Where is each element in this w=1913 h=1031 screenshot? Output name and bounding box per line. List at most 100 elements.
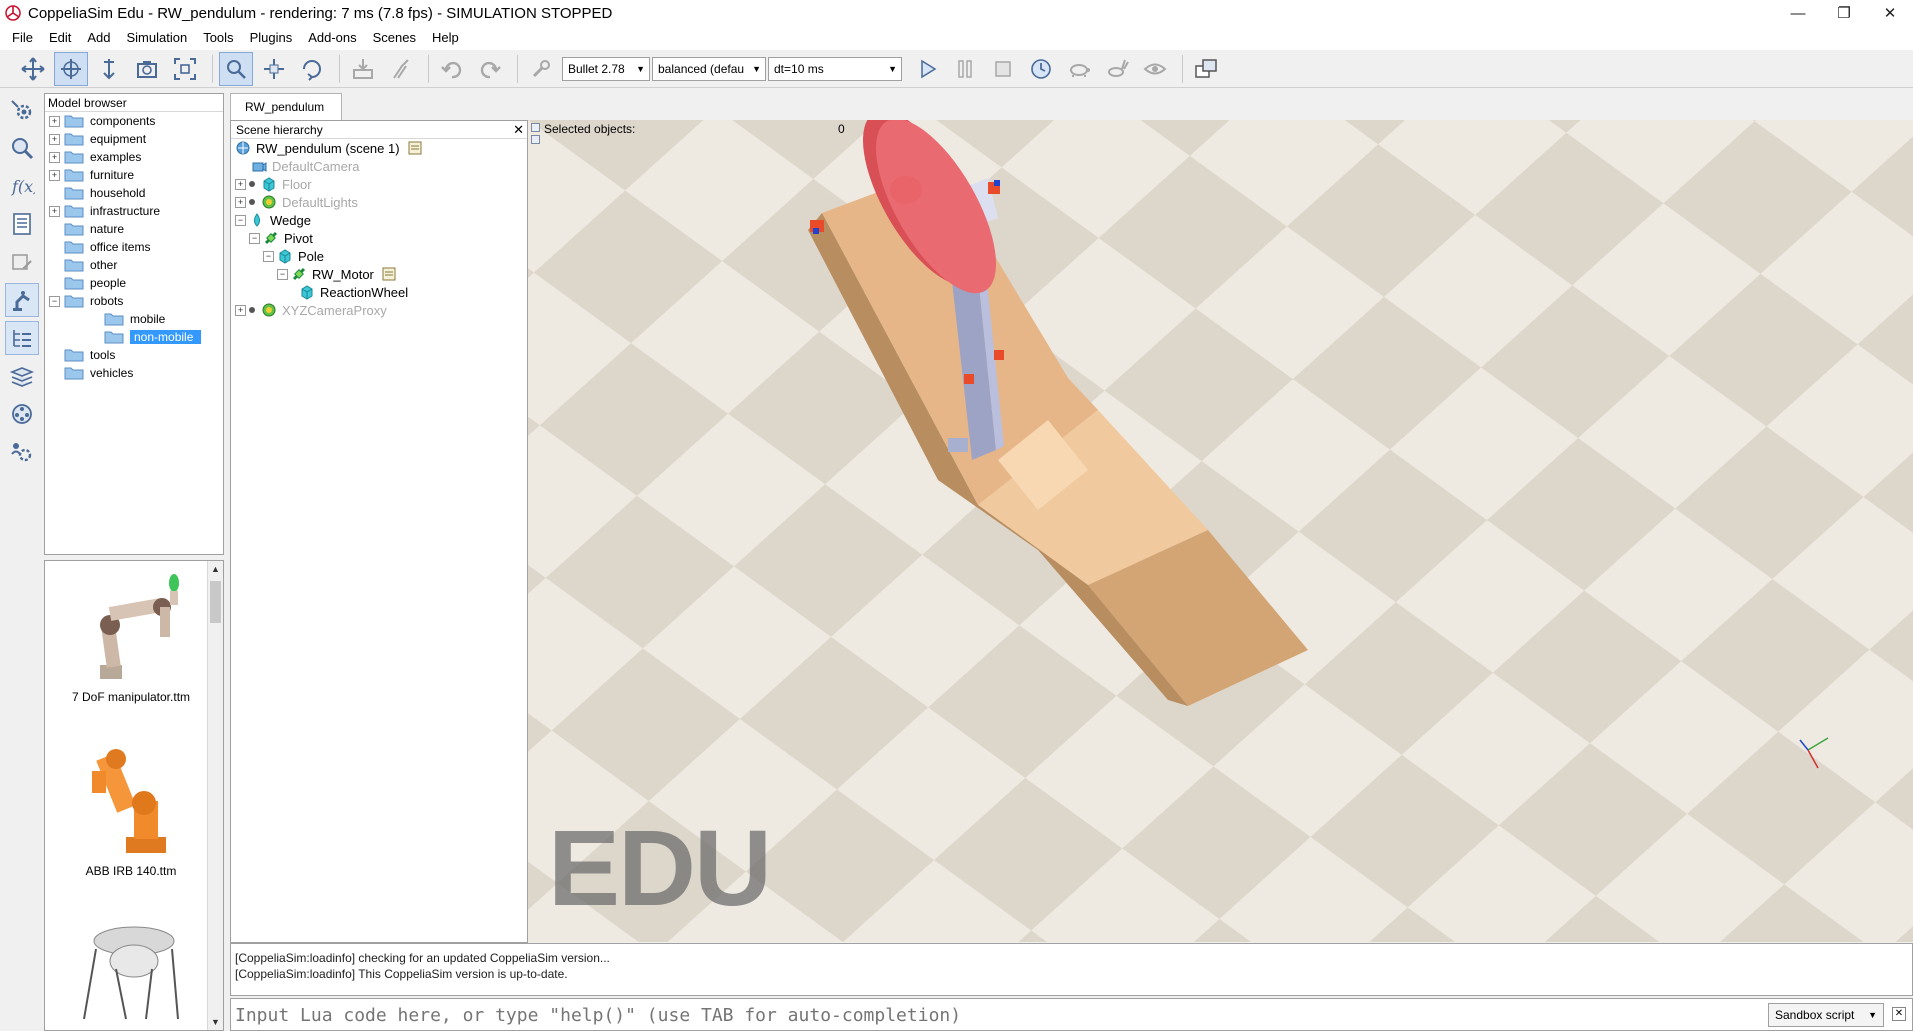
- simulation-settings-button[interactable]: [5, 93, 39, 127]
- slow-down-button[interactable]: [1062, 52, 1096, 86]
- transfer-dna-button[interactable]: [384, 52, 418, 86]
- hierarchy-item-rw-pendulum[interactable]: RW_pendulum (scene 1): [231, 139, 527, 157]
- expand-icon[interactable]: +: [235, 178, 246, 190]
- model-folder-equipment[interactable]: + equipment: [45, 130, 223, 148]
- collapse-icon[interactable]: −: [277, 268, 288, 280]
- menu-tools[interactable]: Tools: [195, 26, 241, 50]
- scrollbar-thumb[interactable]: [210, 581, 221, 623]
- hierarchy-item-pivot[interactable]: − Pivot: [231, 229, 527, 247]
- hierarchy-item-rw-motor[interactable]: − RW_Motor: [231, 265, 527, 283]
- expand-icon[interactable]: +: [49, 133, 60, 145]
- menu-scenes[interactable]: Scenes: [365, 26, 424, 50]
- expand-icon[interactable]: +: [49, 169, 60, 181]
- math-functions-button[interactable]: f(x): [5, 169, 39, 203]
- hierarchy-item-xyzcameraproxy[interactable]: + XYZCameraProxy: [231, 301, 527, 319]
- model-folder-people[interactable]: people: [45, 274, 223, 292]
- model-thumbnail[interactable]: ABB IRB 140.ttm: [51, 741, 211, 878]
- menu-add[interactable]: Add: [79, 26, 118, 50]
- hierarchy-item-wedge[interactable]: − Wedge: [231, 211, 527, 229]
- scroll-up-icon[interactable]: ▲: [208, 561, 223, 577]
- model-folder-robots[interactable]: − robots: [45, 292, 223, 310]
- physics-engine-select[interactable]: Bullet 2.78 ▼: [562, 56, 650, 81]
- video-recorder-button[interactable]: [5, 397, 39, 431]
- calculation-modules-button[interactable]: [5, 131, 39, 165]
- hierarchy-item-reactionwheel[interactable]: ReactionWheel: [231, 283, 527, 301]
- hierarchy-item-floor[interactable]: + Floor: [231, 175, 527, 193]
- camera-shift-button[interactable]: [92, 52, 126, 86]
- script-icon[interactable]: [382, 267, 396, 281]
- model-folder-household[interactable]: household: [45, 184, 223, 202]
- model-folder-components[interactable]: + components: [45, 112, 223, 130]
- hierarchy-item-defaultcamera[interactable]: DefaultCamera: [231, 157, 527, 175]
- model-folder-office-items[interactable]: office items: [45, 238, 223, 256]
- menu-simulation[interactable]: Simulation: [119, 26, 196, 50]
- collapse-icon[interactable]: −: [235, 214, 246, 226]
- close-icon[interactable]: ✕: [1892, 1007, 1906, 1021]
- start-simulation-button[interactable]: [910, 52, 944, 86]
- model-folder-nature[interactable]: nature: [45, 220, 223, 238]
- click-select-button[interactable]: [219, 51, 253, 86]
- engine-accuracy-select[interactable]: balanced (defau ▼: [652, 56, 766, 81]
- model-folder-infrastructure[interactable]: + infrastructure: [45, 202, 223, 220]
- fit-to-view-button[interactable]: [168, 52, 202, 86]
- scene-viewport[interactable]: Selected objects: 0 EDU: [528, 120, 1913, 942]
- speed-up-button[interactable]: [1100, 52, 1134, 86]
- model-folder-mobile[interactable]: mobile: [45, 310, 223, 328]
- script-type-select[interactable]: Sandbox script ▼: [1768, 1003, 1884, 1027]
- undo-button[interactable]: [435, 52, 469, 86]
- model-thumbnail[interactable]: 7 DoF manipulator.ttm: [51, 567, 211, 704]
- expand-icon[interactable]: +: [235, 196, 246, 208]
- menu-edit[interactable]: Edit: [41, 26, 79, 50]
- time-step-select[interactable]: dt=10 ms ▼: [768, 56, 902, 81]
- lua-command-input[interactable]: [233, 1002, 1768, 1028]
- viewport-options-icon[interactable]: [531, 135, 540, 144]
- expand-icon[interactable]: +: [235, 304, 246, 316]
- close-icon[interactable]: ✕: [513, 121, 524, 139]
- hierarchy-item-defaultlights[interactable]: + DefaultLights: [231, 193, 527, 211]
- model-folder-examples[interactable]: + examples: [45, 148, 223, 166]
- model-folder-non-mobile[interactable]: non-mobile: [45, 328, 223, 346]
- layers-button[interactable]: [5, 359, 39, 393]
- scripts-button[interactable]: [5, 207, 39, 241]
- menu-help[interactable]: Help: [424, 26, 467, 50]
- visualization-toggle-button[interactable]: [1138, 52, 1172, 86]
- model-folder-furniture[interactable]: + furniture: [45, 166, 223, 184]
- object-shift-button[interactable]: [257, 52, 291, 86]
- model-browser-toggle-button[interactable]: [5, 283, 39, 317]
- object-rotate-button[interactable]: [295, 52, 329, 86]
- stop-simulation-button[interactable]: [986, 52, 1020, 86]
- restore-button[interactable]: ❐: [1821, 0, 1867, 26]
- menu-file[interactable]: File: [4, 26, 41, 50]
- hierarchy-item-pole[interactable]: − Pole: [231, 247, 527, 265]
- scroll-down-icon[interactable]: ▼: [208, 1014, 223, 1030]
- expand-icon[interactable]: +: [49, 205, 60, 217]
- page-selector-button[interactable]: [1189, 52, 1223, 86]
- model-folder-other[interactable]: other: [45, 256, 223, 274]
- expand-icon[interactable]: +: [49, 115, 60, 127]
- expand-icon[interactable]: +: [49, 151, 60, 163]
- menu-add-ons[interactable]: Add-ons: [300, 26, 364, 50]
- camera-angle-button[interactable]: [130, 52, 164, 86]
- model-folder-tools[interactable]: tools: [45, 346, 223, 364]
- pause-simulation-button[interactable]: [948, 52, 982, 86]
- tab-rw-pendulum[interactable]: RW_pendulum: [230, 93, 342, 120]
- menu-plugins[interactable]: Plugins: [242, 26, 301, 50]
- minimize-button[interactable]: —: [1775, 0, 1821, 26]
- model-thumbnail[interactable]: [51, 919, 211, 1030]
- collapse-icon[interactable]: −: [263, 250, 274, 262]
- dynamics-toggle-button[interactable]: [524, 52, 558, 86]
- script-icon[interactable]: [408, 141, 422, 155]
- collapse-icon[interactable]: −: [249, 232, 260, 244]
- viewport-menu-icon[interactable]: [531, 123, 540, 132]
- redo-button[interactable]: [473, 52, 507, 86]
- real-time-toggle-button[interactable]: [1024, 52, 1058, 86]
- model-folder-vehicles[interactable]: vehicles: [45, 364, 223, 382]
- assemble-button[interactable]: [346, 52, 380, 86]
- close-button[interactable]: ✕: [1867, 0, 1913, 26]
- camera-pan-button[interactable]: [16, 52, 50, 86]
- collapse-icon[interactable]: −: [49, 295, 60, 307]
- scene-hierarchy-toggle-button[interactable]: [5, 321, 39, 355]
- user-settings-button[interactable]: [5, 435, 39, 469]
- shape-edit-button[interactable]: [5, 245, 39, 279]
- thumbnails-scrollbar[interactable]: ▲ ▼: [207, 561, 223, 1030]
